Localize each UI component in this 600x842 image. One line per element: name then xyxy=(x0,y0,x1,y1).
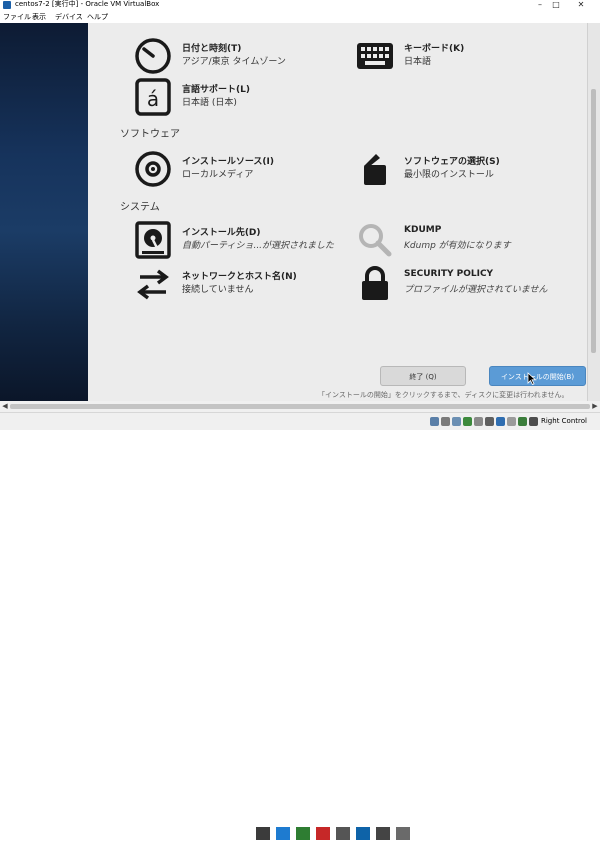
spoke-status: アジア/東京 タイムゾーン xyxy=(182,57,286,67)
spoke-status: プロファイルが選択されていません xyxy=(404,285,548,295)
scroll-left-icon[interactable]: ◀ xyxy=(0,401,10,412)
taskbar-app-icon[interactable] xyxy=(356,827,370,840)
recording-status-icon[interactable] xyxy=(507,417,516,426)
clock-icon xyxy=(135,38,171,74)
spoke-title: キーボード(K) xyxy=(404,44,465,54)
window-titlebar: centos7-2 [実行中] - Oracle VM VirtualBox –… xyxy=(0,0,600,11)
taskbar-app-icon[interactable] xyxy=(376,827,390,840)
package-icon xyxy=(364,154,386,185)
cpu-status-icon[interactable] xyxy=(518,417,527,426)
language-icon: á xyxy=(135,78,171,116)
scrollbar-thumb[interactable] xyxy=(591,89,596,353)
scroll-right-icon[interactable]: ▶ xyxy=(590,401,600,412)
spoke-title: 日付と時刻(T) xyxy=(182,44,242,54)
maximize-icon[interactable]: □ xyxy=(549,0,563,10)
taskbar-app-icon[interactable] xyxy=(316,827,330,840)
taskbar-app-icon[interactable] xyxy=(256,827,270,840)
vertical-scrollbar[interactable] xyxy=(587,23,600,401)
close-icon[interactable]: ✕ xyxy=(574,0,588,10)
vm-status-bar: Right Control xyxy=(0,412,600,842)
spoke-status: 接続していません xyxy=(182,285,254,295)
install-hint-text: 「インストールの開始」をクリックするまで、ディスクに変更は行われません。 xyxy=(318,391,569,399)
menu-view[interactable]: 表示 xyxy=(32,11,46,23)
installation-summary-hub: 日付と時刻(T) アジア/東京 タイムゾーン キーボード(K) 日本語 á 言語… xyxy=(88,23,587,401)
spoke-status: 日本語 (日本) xyxy=(182,98,237,108)
spoke-title: SECURITY POLICY xyxy=(404,269,494,279)
network-arrows-icon xyxy=(137,269,169,300)
window-title: centos7-2 [実行中] - Oracle VM VirtualBox xyxy=(15,0,160,8)
status-strip xyxy=(250,825,420,842)
spoke-installation-destination[interactable]: インストール先(D) 自動パーティショ...が選択されました xyxy=(134,221,394,261)
hard-disk-status-icon[interactable] xyxy=(430,417,439,426)
audio-status-icon[interactable] xyxy=(452,417,461,426)
menu-devices[interactable]: デバイス xyxy=(55,11,83,23)
taskbar-app-icon[interactable] xyxy=(276,827,290,840)
spoke-installation-source[interactable]: インストールソース(I) ローカルメディア xyxy=(134,150,394,190)
installer-sidebar xyxy=(0,23,88,401)
spoke-software-selection[interactable]: ソフトウェアの選択(S) 最小限のインストール xyxy=(356,150,600,190)
keyboard-icon xyxy=(357,43,393,69)
horizontal-scrollbar[interactable]: ◀ ▶ xyxy=(0,401,600,412)
spoke-security-policy[interactable]: SECURITY POLICY プロファイルが選択されていません xyxy=(356,265,600,305)
spoke-title: ソフトウェアの選択(S) xyxy=(404,157,500,167)
spoke-title: 言語サポート(L) xyxy=(182,85,250,95)
display-status-icon[interactable] xyxy=(496,417,505,426)
spoke-title: インストール先(D) xyxy=(182,228,261,238)
host-key-label: Right Control xyxy=(541,417,587,425)
begin-installation-button[interactable]: インストールの開始(B) xyxy=(489,366,586,386)
spoke-status: 最小限のインストール xyxy=(404,170,494,180)
spoke-language[interactable]: á 言語サポート(L) 日本語 (日本) xyxy=(134,78,394,118)
guest-display: 日付と時刻(T) アジア/東京 タイムゾーン キーボード(K) 日本語 á 言語… xyxy=(0,23,600,401)
spoke-title: ネットワークとホスト名(N) xyxy=(182,272,297,282)
menu-file[interactable]: ファイル xyxy=(3,11,31,23)
scrollbar-edge xyxy=(587,23,588,401)
lock-icon xyxy=(362,266,388,300)
spoke-datetime[interactable]: 日付と時刻(T) アジア/東京 タイムゾーン xyxy=(134,37,394,77)
spoke-title: インストールソース(I) xyxy=(182,157,274,167)
category-system: システム xyxy=(120,202,160,213)
disc-icon xyxy=(135,151,171,187)
harddisk-icon xyxy=(135,221,171,259)
taskbar-app-icon[interactable] xyxy=(396,827,410,840)
spoke-kdump[interactable]: KDUMP Kdump が有効になります xyxy=(356,221,600,261)
usb-status-icon[interactable] xyxy=(474,417,483,426)
virtualbox-app-icon xyxy=(3,1,11,9)
spoke-status: 自動パーティショ...が選択されました xyxy=(182,241,335,251)
shared-folder-status-icon[interactable] xyxy=(485,417,494,426)
search-icon xyxy=(359,224,392,257)
taskbar-app-icon[interactable] xyxy=(296,827,310,840)
menu-help[interactable]: ヘルプ xyxy=(87,11,108,23)
svg-text:á: á xyxy=(147,87,159,111)
spoke-title: KDUMP xyxy=(404,225,442,235)
mouse-cursor-icon xyxy=(527,372,537,385)
horizontal-scrollbar-thumb[interactable] xyxy=(10,404,590,409)
quit-button[interactable]: 終了 (Q) xyxy=(380,366,466,386)
optical-drive-status-icon[interactable] xyxy=(441,417,450,426)
network-status-icon[interactable] xyxy=(463,417,472,426)
spoke-status: Kdump が有効になります xyxy=(404,241,511,251)
spoke-status: ローカルメディア xyxy=(182,170,254,180)
taskbar-app-icon[interactable] xyxy=(336,827,350,840)
mouse-integration-icon[interactable] xyxy=(529,417,538,426)
category-software: ソフトウェア xyxy=(120,129,180,140)
minimize-icon[interactable]: – xyxy=(533,0,547,10)
menu-bar: ファイル 表示 デバイス ヘルプ xyxy=(0,11,600,23)
spoke-network-hostname[interactable]: ネットワークとホスト名(N) 接続していません xyxy=(134,265,394,305)
spoke-status: 日本語 xyxy=(404,57,432,67)
spoke-keyboard[interactable]: キーボード(K) 日本語 xyxy=(356,37,600,77)
